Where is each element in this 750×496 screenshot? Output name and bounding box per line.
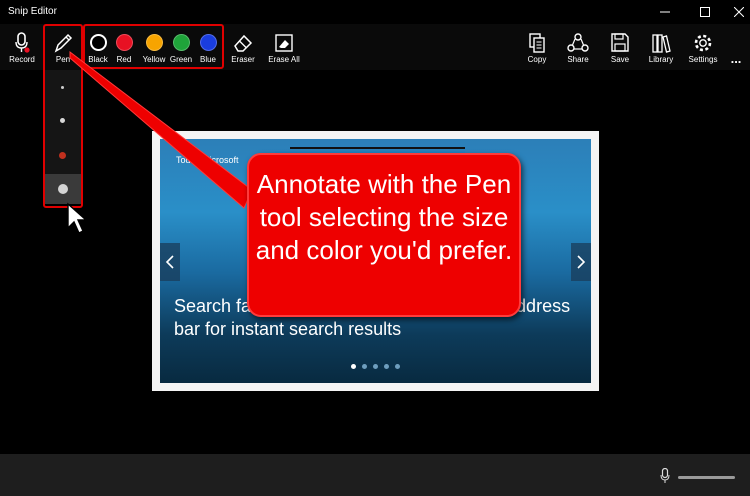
status-bar xyxy=(0,454,750,496)
microphone-volume-icon[interactable] xyxy=(660,468,670,484)
mouse-cursor-icon xyxy=(67,202,88,234)
callout-box: Annotate with the Pen tool selecting the… xyxy=(247,153,521,317)
callout-text: Annotate with the Pen tool selecting the… xyxy=(255,169,513,265)
volume-slider[interactable] xyxy=(678,476,735,479)
